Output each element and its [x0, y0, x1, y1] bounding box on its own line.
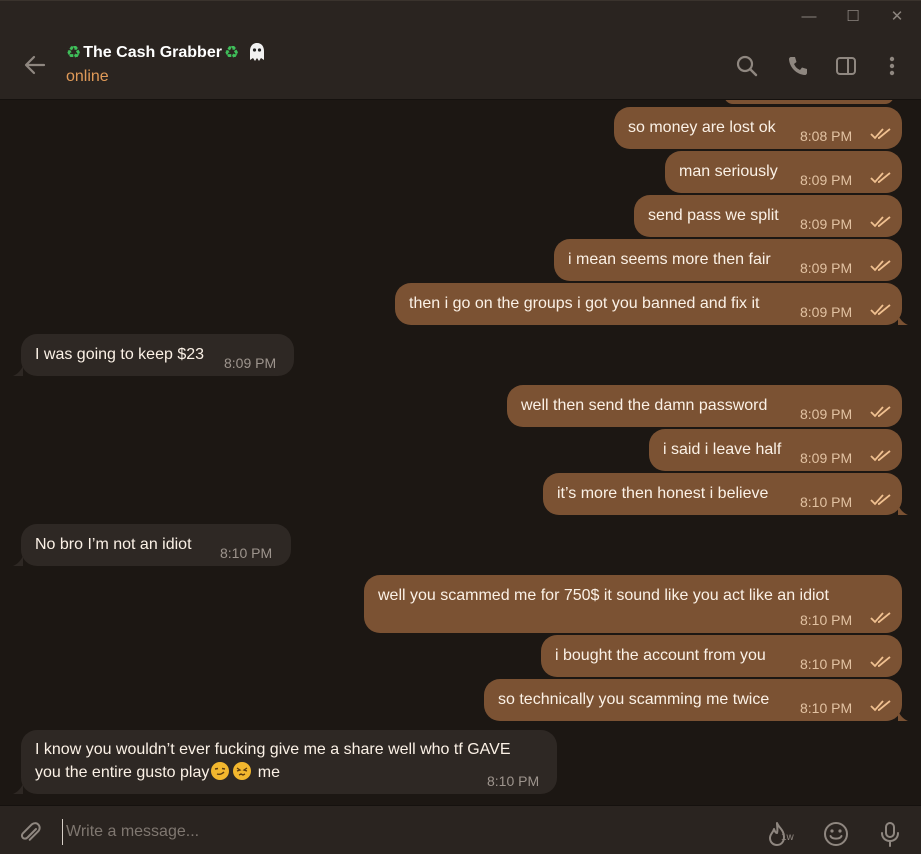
chat-header: ♻ The Cash Grabber ♻ online — [0, 32, 921, 100]
read-ticks-icon — [870, 260, 891, 272]
message-text: I was going to keep $23 — [35, 346, 205, 363]
sidebar-toggle-icon[interactable] — [834, 54, 858, 78]
paperclip-icon[interactable] — [17, 820, 43, 846]
message-bubble-outgoing[interactable]: i bought the account from you 8:10 PM — [541, 635, 902, 677]
message-text-line2-end: me — [257, 764, 281, 781]
bubble-tail — [13, 556, 23, 566]
message-bubble-incoming[interactable]: I was going to keep $23 8:09 PM — [21, 334, 294, 376]
back-arrow-icon[interactable] — [22, 52, 48, 78]
bubble-tail — [898, 505, 908, 515]
bubble-tail — [13, 784, 23, 794]
message-time: 8:10 PM — [800, 656, 853, 672]
chat-title-row[interactable]: ♻ The Cash Grabber ♻ — [66, 42, 267, 64]
message-text: i said i leave half — [663, 441, 782, 458]
chat-title: The Cash Grabber — [83, 44, 222, 61]
message-bubble-outgoing[interactable]: well you scammed me for 750$ it sound li… — [364, 575, 902, 633]
read-ticks-icon — [870, 216, 891, 228]
message-time: 8:09 PM — [800, 216, 853, 232]
message-time: 8:10 PM — [800, 700, 853, 716]
message-text: man seriously — [679, 163, 778, 180]
read-ticks-icon — [870, 172, 891, 184]
message-text: No bro I’m not an idiot — [35, 536, 192, 553]
smiley-icon[interactable] — [822, 820, 850, 848]
bubble-tail — [898, 711, 908, 721]
message-bubble-incoming[interactable]: No bro I’m not an idiot 8:10 PM — [21, 524, 291, 566]
read-ticks-icon — [870, 450, 891, 462]
message-bubble-outgoing[interactable]: then i go on the groups i got you banned… — [395, 283, 902, 325]
maximize-button[interactable]: ☐ — [840, 7, 866, 27]
read-ticks-icon — [870, 406, 891, 418]
timer-badge: 1w — [781, 832, 794, 843]
message-composer — [0, 805, 921, 854]
message-time: 8:09 PM — [800, 450, 853, 466]
message-time: 8:10 PM — [487, 773, 540, 789]
persevering-face-emoji — [233, 762, 252, 780]
message-text: so technically you scamming me twice — [498, 691, 770, 708]
microphone-icon[interactable] — [876, 820, 904, 848]
message-time: 8:09 PM — [800, 172, 853, 188]
message-bubble-outgoing[interactable]: send pass we split 8:09 PM — [634, 195, 902, 237]
message-bubble-partial — [724, 100, 894, 104]
read-ticks-icon — [870, 304, 891, 316]
message-text-line2-start: you the entire gusto play — [35, 764, 210, 781]
message-list[interactable]: so money are lost ok 8:08 PM man serious… — [0, 100, 921, 804]
read-ticks-icon — [870, 656, 891, 668]
message-time: 8:10 PM — [800, 494, 853, 510]
window-titlebar: — ☐ ✕ — [0, 0, 921, 32]
message-text: i mean seems more then fair — [568, 251, 771, 268]
message-bubble-outgoing[interactable]: it’s more then honest i believe 8:10 PM — [543, 473, 902, 515]
message-text-line1: I know you wouldn’t ever fucking give me… — [35, 741, 511, 758]
read-ticks-icon — [870, 700, 891, 712]
minimize-button[interactable]: — — [796, 7, 822, 27]
message-bubble-outgoing[interactable]: man seriously 8:09 PM — [665, 151, 902, 193]
ghost-icon — [250, 43, 265, 61]
more-vertical-icon[interactable] — [880, 54, 904, 78]
phone-icon[interactable] — [786, 54, 810, 78]
read-ticks-icon — [870, 128, 891, 140]
recycle-icon: ♻ — [66, 43, 82, 62]
message-time: 8:10 PM — [220, 545, 273, 561]
message-text: send pass we split — [648, 207, 779, 224]
message-bubble-outgoing[interactable]: so technically you scamming me twice 8:1… — [484, 679, 902, 721]
bubble-tail — [898, 315, 908, 325]
message-time: 8:08 PM — [800, 128, 853, 144]
read-ticks-icon — [870, 494, 891, 506]
read-ticks-icon — [870, 612, 891, 624]
message-text: then i go on the groups i got you banned… — [409, 295, 760, 312]
chat-status: online — [66, 68, 109, 85]
message-time: 8:09 PM — [800, 260, 853, 276]
message-bubble-incoming[interactable]: I know you wouldn’t ever fucking give me… — [21, 730, 557, 794]
message-time: 8:09 PM — [800, 304, 853, 320]
message-text: i bought the account from you — [555, 647, 766, 664]
search-icon[interactable] — [735, 54, 759, 78]
message-text: so money are lost ok — [628, 119, 776, 136]
message-time: 8:09 PM — [224, 355, 277, 371]
recycle-icon: ♻ — [223, 43, 240, 62]
bubble-tail — [13, 366, 23, 376]
smirking-face-emoji — [211, 762, 230, 780]
message-text: well then send the damn password — [521, 397, 768, 414]
message-bubble-outgoing[interactable]: i said i leave half 8:09 PM — [649, 429, 902, 471]
message-input[interactable] — [62, 819, 722, 845]
close-button[interactable]: ✕ — [884, 7, 910, 27]
message-text-line2: you the entire gusto play me — [35, 762, 280, 784]
message-bubble-outgoing[interactable]: well then send the damn password 8:09 PM — [507, 385, 902, 427]
message-time: 8:10 PM — [800, 612, 853, 628]
message-bubble-outgoing[interactable]: i mean seems more then fair 8:09 PM — [554, 239, 902, 281]
message-bubble-outgoing[interactable]: so money are lost ok 8:08 PM — [614, 107, 902, 149]
message-text: well you scammed me for 750$ it sound li… — [378, 587, 829, 604]
message-text: it’s more then honest i believe — [557, 485, 769, 502]
message-time: 8:09 PM — [800, 406, 853, 422]
